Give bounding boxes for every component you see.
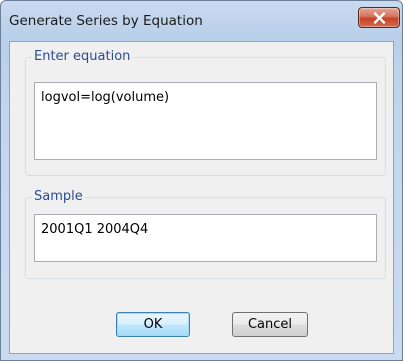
close-icon bbox=[373, 12, 386, 24]
ok-button[interactable]: OK bbox=[116, 312, 190, 337]
sample-input[interactable]: 2001Q1 2004Q4 bbox=[34, 214, 377, 262]
title-bar[interactable]: Generate Series by Equation bbox=[1, 1, 402, 41]
equation-input[interactable]: logvol=log(volume) bbox=[34, 82, 377, 160]
cancel-button[interactable]: Cancel bbox=[232, 312, 308, 337]
close-button[interactable] bbox=[358, 7, 400, 28]
dialog-window: Generate Series by Equation Enter equati… bbox=[0, 0, 403, 361]
sample-group-label: Sample bbox=[32, 189, 85, 204]
window-title: Generate Series by Equation bbox=[9, 13, 203, 29]
equation-group-label: Enter equation bbox=[32, 49, 133, 64]
dialog-body: Enter equation logvol=log(volume) Sample… bbox=[9, 41, 394, 354]
